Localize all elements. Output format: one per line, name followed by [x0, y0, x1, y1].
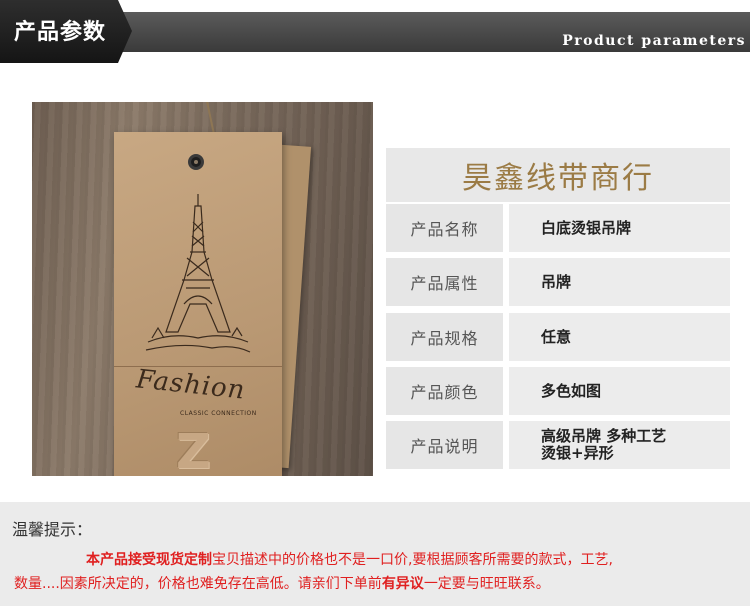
param-label: 产品说明	[386, 421, 503, 469]
tagline-text: CLASSIC CONNECTION	[180, 410, 257, 417]
notice-text: 宝贝描述中的价格也不是一口价,要根据顾客所需要的款式，工艺,	[212, 552, 613, 568]
header-title-cn: 产品参数	[14, 20, 107, 45]
shop-brand-name: 昊鑫线带商行	[386, 148, 730, 202]
param-row: 产品说明 高级吊牌 多种工艺 烫银+异形	[386, 421, 730, 469]
param-label: 产品属性	[386, 258, 503, 306]
param-row: 产品规格 任意	[386, 313, 730, 361]
param-row: 产品属性 吊牌	[386, 258, 730, 306]
header-banner: Product parameters 产品参数	[0, 0, 750, 63]
product-photo: Fashion CLASSIC CONNECTION Z	[32, 102, 373, 476]
eyelet-icon	[188, 154, 204, 170]
embossed-letter: Z	[176, 424, 211, 476]
notice-text: 一定要与旺旺联系。	[423, 576, 550, 592]
notice-highlight: 本产品接受现货定制	[86, 552, 212, 568]
param-row: 产品名称 白底烫银吊牌	[386, 204, 730, 252]
fashion-script: Fashion	[134, 364, 247, 406]
param-value: 高级吊牌 多种工艺 烫银+异形	[509, 421, 730, 469]
notice-line-1: 本产品接受现货定制宝贝描述中的价格也不是一口价,要根据顾客所需要的款式，工艺,	[86, 549, 613, 569]
param-label: 产品名称	[386, 204, 503, 252]
notice-highlight: 有异议	[381, 576, 424, 592]
param-value: 白底烫银吊牌	[509, 204, 730, 252]
hang-tag: Fashion CLASSIC CONNECTION Z	[114, 132, 282, 476]
param-label: 产品颜色	[386, 367, 503, 415]
eiffel-tower-illustration	[145, 194, 251, 353]
notice-line-2: 数量....因素所决定的，价格也难免存在高低。请亲们下单前有异议一定要与旺旺联系…	[14, 573, 550, 593]
header-title-en: Product parameters	[562, 33, 746, 49]
notice-box: 温馨提示： 本产品接受现货定制宝贝描述中的价格也不是一口价,要根据顾客所需要的款…	[0, 502, 750, 606]
param-value: 吊牌	[509, 258, 730, 306]
notice-text: 数量....因素所决定的，价格也难免存在高低。请亲们下单前	[14, 576, 382, 592]
param-row: 产品颜色 多色如图	[386, 367, 730, 415]
param-value: 任意	[509, 313, 730, 361]
notice-title: 温馨提示：	[12, 520, 93, 539]
header-title-block: 产品参数	[0, 0, 132, 63]
param-label: 产品规格	[386, 313, 503, 361]
param-value: 多色如图	[509, 367, 730, 415]
